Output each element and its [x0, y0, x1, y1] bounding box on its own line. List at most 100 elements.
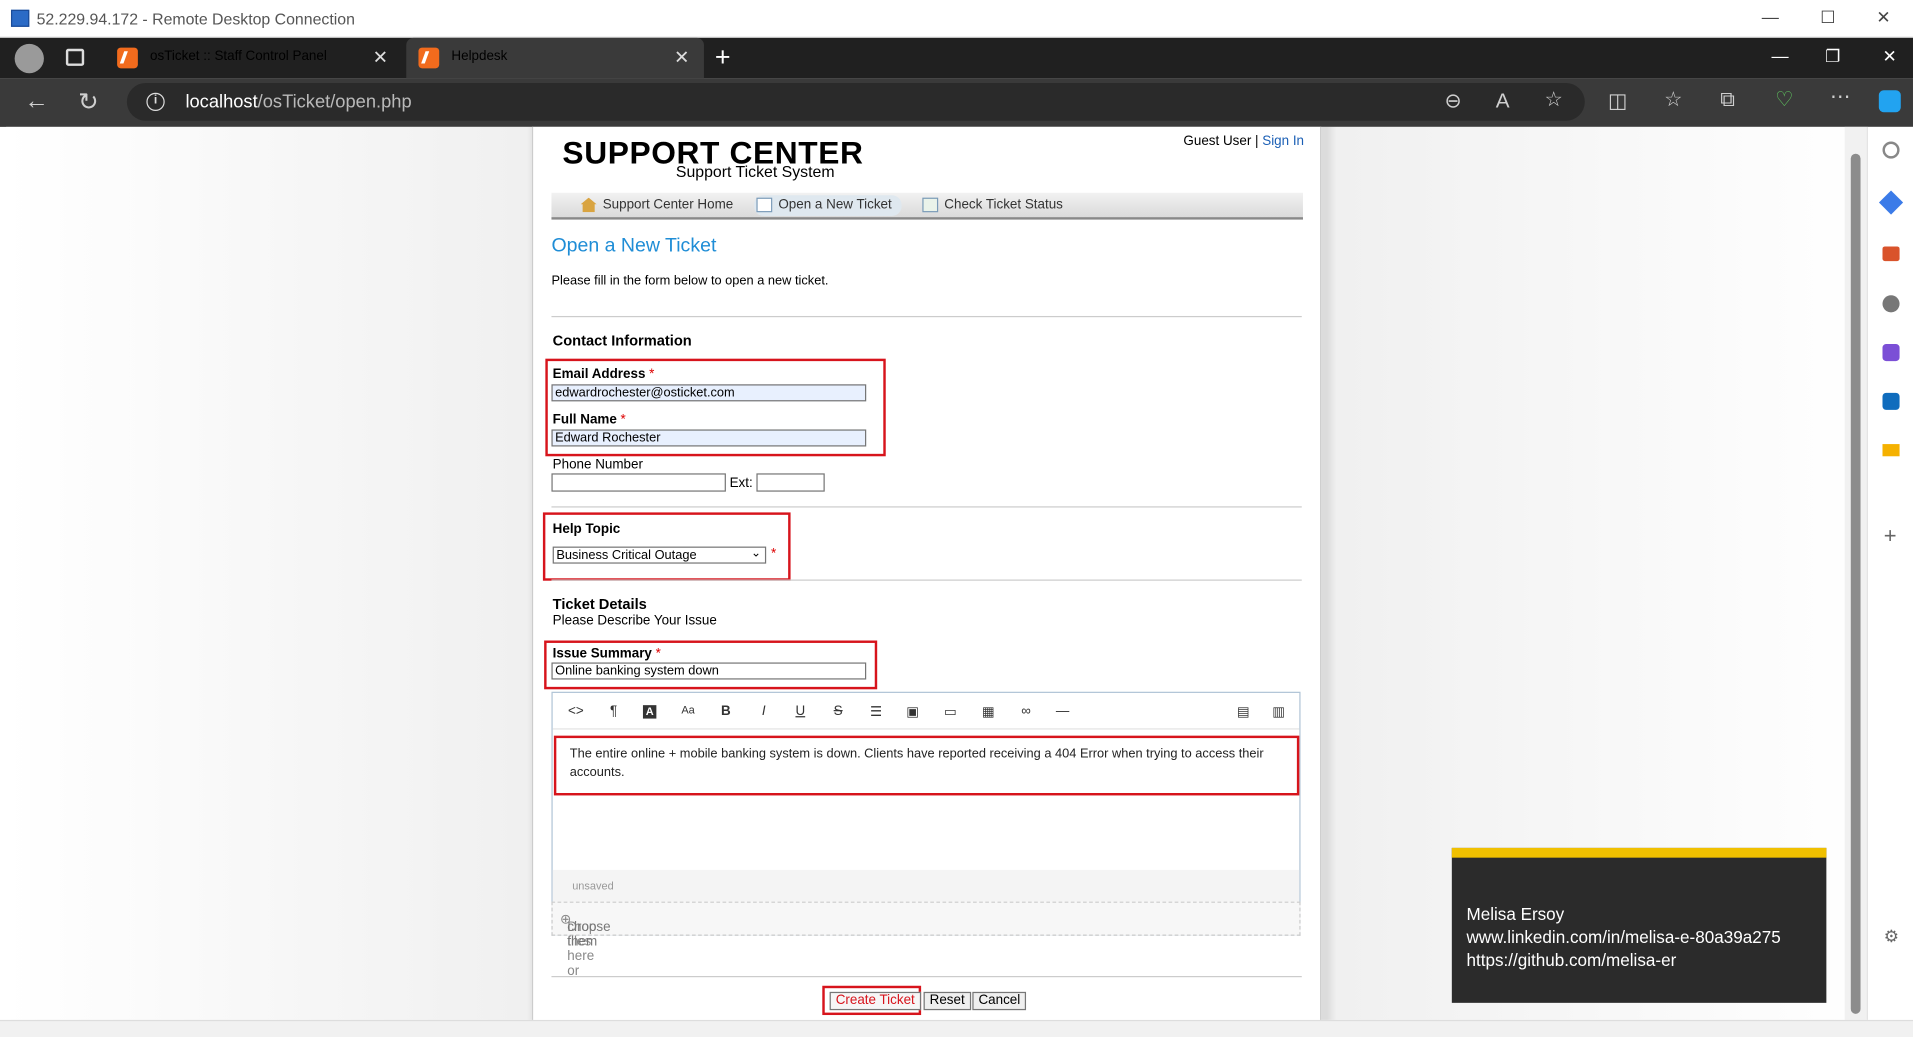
summary-label: Issue Summary * — [552, 646, 661, 662]
draft-status-bar: unsaved — [552, 869, 1300, 902]
video-icon[interactable]: ▭ — [942, 704, 959, 720]
guest-user-label: Guest User | — [1183, 134, 1259, 149]
edge-sidebar: + ⚙ — [1866, 126, 1913, 1020]
required-mark: * — [771, 546, 777, 562]
drop-hint: ⊕ Drop files here or choose them — [559, 912, 611, 979]
strikethrough-icon[interactable]: S — [830, 704, 847, 719]
italic-icon[interactable]: I — [755, 704, 772, 719]
link-icon[interactable]: ∞ — [1017, 704, 1034, 719]
divider — [551, 579, 1302, 581]
editor-body-text[interactable]: The entire online + mobile banking syste… — [570, 745, 1278, 782]
horizontal-scrollbar[interactable] — [0, 1019, 1913, 1037]
person-icon[interactable] — [1882, 295, 1900, 313]
copilot-icon[interactable] — [1878, 90, 1901, 113]
horizontal-rule-icon[interactable]: — — [1054, 704, 1071, 719]
browser-address-bar: ← ↻ i localhost/osTicket/open.php ⊖ A ☆ … — [0, 78, 1913, 127]
issue-summary-field[interactable]: Online banking system down — [551, 662, 867, 680]
nav-support-center-home[interactable]: Support Center Home — [578, 195, 733, 216]
nav-open-new-ticket[interactable]: Open a New Ticket — [753, 195, 902, 216]
code-view-icon[interactable]: <> — [567, 704, 584, 719]
divider — [551, 976, 1302, 978]
rdp-minimize-button[interactable]: — — [1762, 7, 1779, 27]
table-icon[interactable]: ▦ — [980, 704, 997, 720]
choose-files-link[interactable]: choose them — [567, 920, 610, 949]
search-icon[interactable] — [1882, 141, 1900, 159]
name-label: Full Name * — [552, 412, 626, 427]
full-name-field[interactable]: Edward Rochester — [551, 429, 867, 447]
read-aloud-icon[interactable]: A — [1496, 89, 1510, 113]
browser-tab-strip: osTicket :: Staff Control Panel ✕ Helpde… — [0, 37, 1913, 79]
tab-staff-control-panel[interactable]: osTicket :: Staff Control Panel ✕ — [105, 38, 403, 78]
browser-restore-button[interactable]: ❐ — [1825, 46, 1840, 67]
create-ticket-button[interactable]: Create Ticket — [829, 991, 921, 1011]
url-text: localhost/osTicket/open.php — [185, 92, 411, 113]
phone-label: Phone Number — [552, 457, 643, 473]
zoom-out-icon[interactable]: ⊖ — [1445, 89, 1462, 113]
image-icon[interactable]: ▣ — [904, 704, 921, 720]
add-sidebar-icon[interactable]: + — [1884, 523, 1897, 549]
draft-status: unsaved — [572, 879, 614, 892]
browser-essentials-icon[interactable]: ♡ — [1775, 88, 1794, 112]
scrollbar-thumb[interactable] — [1850, 153, 1861, 1014]
drop-icon[interactable] — [1882, 444, 1900, 457]
rdp-close-button[interactable]: ✕ — [1876, 7, 1890, 28]
contact-heading: Contact Information — [552, 331, 692, 349]
browser-close-button[interactable]: ✕ — [1882, 46, 1896, 67]
save-draft-icon[interactable]: ▤ — [1235, 704, 1252, 720]
osticket-favicon-icon — [117, 47, 138, 69]
url-field[interactable]: i localhost/osTicket/open.php ⊖ A ☆ — [126, 82, 1585, 121]
reset-button[interactable]: Reset — [923, 991, 971, 1011]
outlook-icon[interactable] — [1882, 392, 1900, 410]
close-tab-icon[interactable]: ✕ — [674, 46, 689, 69]
help-topic-select[interactable]: Business Critical Outage ⌄ — [552, 546, 767, 564]
font-color-icon[interactable]: A — [642, 705, 657, 719]
file-drop-zone[interactable]: ⊕ Drop files here or choose them — [551, 901, 1301, 979]
url-host: localhost — [185, 91, 258, 113]
site-info-icon[interactable]: i — [146, 92, 165, 112]
profile-avatar[interactable] — [14, 43, 44, 74]
home-icon — [580, 197, 597, 213]
logo-subtitle: Support Ticket System — [675, 162, 835, 181]
close-tab-icon[interactable]: ✕ — [373, 46, 388, 69]
paragraph-icon[interactable]: ¶ — [605, 704, 622, 719]
rdp-maximize-button[interactable]: ☐ — [1820, 7, 1835, 28]
office-icon[interactable] — [1882, 344, 1900, 362]
nav-check-ticket-status[interactable]: Check Ticket Status — [920, 195, 1063, 216]
tab-label: Helpdesk — [451, 48, 508, 64]
tab-label: osTicket :: Staff Control Panel — [150, 48, 327, 64]
page-title: Open a New Ticket — [551, 235, 717, 257]
toolbox-icon[interactable] — [1882, 246, 1900, 262]
sidebar-tag-icon[interactable] — [1878, 190, 1904, 215]
new-ticket-icon — [756, 197, 773, 213]
favorites-icon[interactable]: ☆ — [1664, 88, 1683, 112]
nav-label: Check Ticket Status — [944, 197, 1063, 213]
rdp-app-icon — [10, 9, 30, 27]
new-tab-button[interactable]: + — [715, 41, 731, 73]
delete-draft-icon[interactable]: ▥ — [1270, 704, 1287, 720]
bold-icon[interactable]: B — [717, 704, 734, 719]
sign-in-link[interactable]: Sign In — [1262, 134, 1304, 149]
collections-icon[interactable]: ⧉ — [1720, 88, 1735, 112]
url-path: /osTicket/open.php — [257, 91, 412, 113]
split-screen-icon[interactable]: ◫ — [1608, 89, 1628, 113]
cancel-button[interactable]: Cancel — [972, 991, 1027, 1011]
sidebar-settings-icon[interactable]: ⚙ — [1884, 926, 1899, 947]
more-menu-icon[interactable]: ⋯ — [1830, 85, 1851, 109]
email-field[interactable]: edwardrochester@osticket.com — [551, 384, 867, 402]
rdp-window-title: 52.229.94.172 - Remote Desktop Connectio… — [36, 9, 355, 29]
list-icon[interactable]: ☰ — [867, 704, 884, 720]
browser-minimize-button[interactable]: — — [1771, 46, 1788, 66]
favorite-star-icon[interactable]: ☆ — [1545, 88, 1564, 112]
back-arrow-icon[interactable]: ← — [24, 88, 48, 116]
refresh-icon[interactable]: ↻ — [78, 87, 98, 118]
email-label: Email Address * — [552, 367, 655, 382]
ext-field[interactable] — [756, 473, 825, 492]
rdp-title-bar: 52.229.94.172 - Remote Desktop Connectio… — [0, 0, 1913, 38]
tab-helpdesk[interactable]: Helpdesk ✕ — [406, 37, 704, 79]
author-overlay: Melisa Ersoy www.linkedin.com/in/melisa-… — [1451, 847, 1827, 1003]
phone-field[interactable] — [551, 473, 726, 492]
tab-actions-icon[interactable] — [65, 48, 85, 66]
osticket-favicon-icon — [418, 47, 440, 69]
font-size-icon[interactable]: Aa — [680, 704, 697, 716]
underline-icon[interactable]: U — [792, 704, 809, 719]
